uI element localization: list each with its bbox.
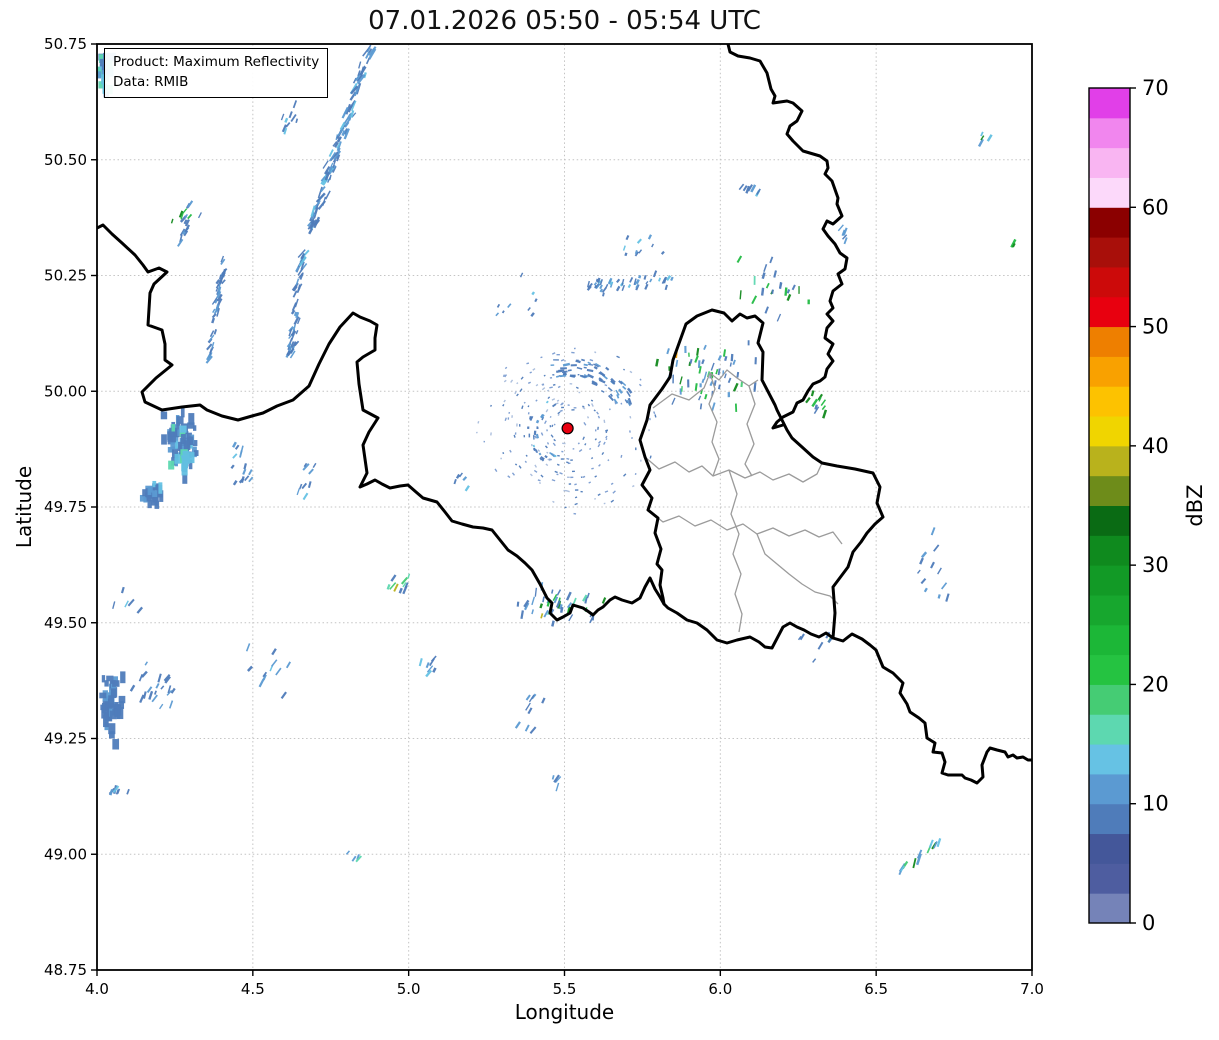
echo-cluster [296, 462, 317, 501]
y-tick-label: 50.50 [44, 151, 87, 169]
echo-cluster [916, 527, 950, 602]
echo-cluster [230, 441, 254, 486]
y-tick-label: 49.50 [44, 614, 87, 632]
echo-cluster [551, 774, 562, 792]
echo-cluster [129, 661, 176, 710]
echo-cluster [550, 358, 633, 407]
echo-cluster [99, 671, 126, 750]
echo-cluster [160, 406, 199, 484]
radar-figure: 4.0 4.5 5.0 5.5 6.0 6.5 7.0 50.75 50.50 50.25 50.0… [0, 0, 1219, 1040]
echo-cluster [386, 573, 411, 595]
echo-cluster [205, 255, 228, 364]
x-tick-label: 7.0 [1020, 980, 1044, 998]
echo-cluster [453, 472, 470, 492]
x-tick-label: 6.5 [864, 980, 888, 998]
figure-title: 07.01.2026 05:50 - 05:54 UTC [368, 6, 761, 36]
echo-cluster [805, 390, 828, 419]
echo-cluster [112, 586, 144, 614]
echo-cluster [495, 272, 538, 317]
grid-lines [97, 44, 1032, 970]
echo-cluster [295, 160, 337, 273]
x-tick-label: 5.5 [553, 980, 577, 998]
y-tick-label: 49.75 [44, 498, 87, 516]
echo-cluster [1010, 238, 1017, 248]
echo-cluster [345, 850, 363, 863]
echo-cluster [328, 44, 377, 163]
x-tick-label: 6.0 [708, 980, 732, 998]
echo-cluster [586, 270, 674, 297]
echo-cluster [108, 785, 130, 796]
y-tick-label: 48.75 [44, 961, 87, 979]
echo-cluster [516, 582, 607, 627]
x-tick-label: 4.0 [85, 980, 109, 998]
luxembourg-canton-borders [644, 369, 843, 633]
x-tick-label: 5.0 [397, 980, 421, 998]
y-tick-label: 50.25 [44, 267, 87, 285]
echo-cluster [977, 131, 993, 148]
echo-cluster [527, 400, 557, 462]
map-plot: 4.0 4.5 5.0 5.5 6.0 6.5 7.0 50.75 50.50 50.25 50.0… [44, 35, 1044, 998]
border-belgium_germany [726, 44, 849, 430]
echo-cluster [285, 267, 304, 359]
y-tick-label: 50.00 [44, 382, 87, 400]
product-info-box: Product: Maximum Reflectivity Data: RMIB [104, 48, 329, 98]
echo-cluster [837, 224, 848, 245]
y-axis-label: Latitude [12, 465, 36, 549]
echo-cluster [622, 234, 665, 257]
echo-cluster [418, 655, 437, 678]
radar-echo-layer [97, 44, 1032, 876]
x-tick-label: 4.5 [241, 980, 265, 998]
echo-cluster [280, 100, 299, 135]
map-canvas: 4.0 4.5 5.0 5.5 6.0 6.5 7.0 50.75 50.50 50.25 50.0… [44, 35, 1044, 998]
echo-cluster [177, 200, 194, 247]
echo-cluster [736, 255, 810, 322]
radar-station-marker [561, 422, 574, 435]
echo-cluster [514, 693, 546, 734]
echo-cluster [139, 480, 164, 509]
echo-cluster [898, 838, 942, 876]
y-tick-label: 49.00 [44, 845, 87, 863]
y-tick-label: 49.25 [44, 730, 87, 748]
product-info-product: Product: Maximum Reflectivity [113, 54, 320, 70]
axis-ticks: 4.0 4.5 5.0 5.5 6.0 6.5 7.0 50.75 50.50 50.25 50.0… [44, 35, 1044, 998]
border-france_germany [831, 632, 1032, 785]
echo-cluster [738, 183, 761, 197]
y-tick-label: 50.75 [44, 35, 87, 53]
x-axis-label: Longitude [514, 1000, 615, 1024]
product-info-source: Data: RMIB [113, 74, 189, 91]
